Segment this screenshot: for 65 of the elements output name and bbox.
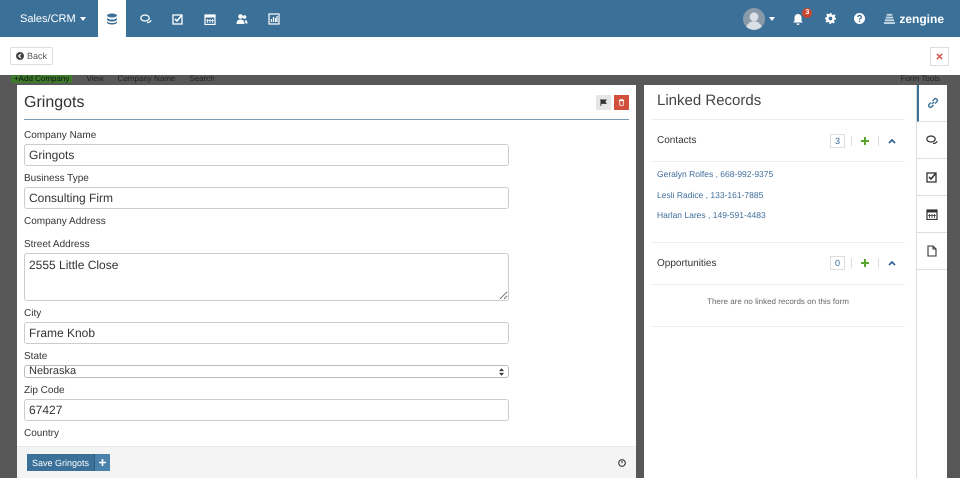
trash-icon <box>618 98 625 106</box>
save-options-button[interactable] <box>94 454 110 471</box>
record-count-badge: 0 <box>830 256 845 270</box>
record-count-badge: 3 <box>830 134 845 148</box>
back-button[interactable]: Back <box>10 47 54 65</box>
text-area-field[interactable]: 2555 Little Close <box>24 253 509 301</box>
save-button[interactable]: Save Gringots <box>27 454 94 471</box>
field-label: Zip Code <box>24 385 66 397</box>
stack-icon <box>884 13 896 24</box>
file-icon <box>926 245 938 257</box>
back-arrow-icon <box>16 52 24 60</box>
close-icon <box>936 52 943 60</box>
chevron-up-icon <box>888 138 896 144</box>
link-icon <box>927 97 939 109</box>
delete-button[interactable] <box>614 94 629 110</box>
field-label: Business Type <box>24 173 90 185</box>
comments-icon <box>140 12 152 24</box>
calendar-icon <box>926 208 938 220</box>
section-title: Contacts <box>657 135 698 146</box>
close-button[interactable] <box>930 46 949 66</box>
flag-icon <box>600 98 607 106</box>
users-icon <box>236 12 248 24</box>
section-label: Company Address <box>24 216 107 228</box>
chevron-up-icon <box>888 260 896 266</box>
text-field[interactable]: Gringots <box>24 144 509 166</box>
add-record-button[interactable] <box>858 136 872 144</box>
contact-link[interactable]: Harlan Lares , 149-591-4483 <box>657 209 766 221</box>
database-icon <box>106 12 118 24</box>
select-dropdown[interactable]: Nebraska <box>24 365 509 378</box>
text-field[interactable]: Frame Knob <box>24 322 509 344</box>
calendar-icon <box>204 12 216 24</box>
caret-icon <box>769 16 776 20</box>
plus-icon <box>99 459 106 466</box>
section-title: Opportunities <box>657 258 718 268</box>
contact-link[interactable]: Lesli Radice , 133-161-7885 <box>657 188 764 200</box>
settings-icon <box>825 13 836 24</box>
checkbox-icon <box>926 171 938 183</box>
flag-button[interactable] <box>596 94 611 110</box>
nav-tab[interactable] <box>98 0 126 37</box>
add-record-button[interactable] <box>858 259 872 267</box>
help-icon <box>854 13 866 24</box>
bell-icon <box>792 12 804 24</box>
add-company-button[interactable]: +Add Company <box>11 75 72 83</box>
field-label: City <box>24 308 42 320</box>
empty-message: There are no linked records on this form <box>706 296 850 308</box>
text-field[interactable]: Consulting Firm <box>24 187 509 209</box>
plus-icon <box>861 259 869 267</box>
section-label: Country <box>24 428 60 440</box>
clock-icon[interactable] <box>618 458 626 466</box>
panel-title: Linked Records <box>651 85 905 120</box>
up-down-arrows-icon <box>499 368 504 376</box>
comments-icon <box>926 134 938 146</box>
brand-name: zengine <box>899 12 944 26</box>
field-label: Street Address <box>24 239 91 251</box>
app-menu-dropdown[interactable]: Sales/CRM <box>0 0 96 37</box>
caret-icon <box>80 16 86 20</box>
field-label: State <box>24 351 48 363</box>
bar-chart-icon <box>268 12 280 24</box>
avatar-silhouette-icon <box>743 8 766 30</box>
text-field[interactable]: 67427 <box>24 399 509 421</box>
field-label: Company Name <box>24 130 98 142</box>
checkbox-icon <box>172 12 184 24</box>
record-title: Gringots <box>24 93 86 112</box>
contact-link[interactable]: Geralyn Rolfes , 668-992-9375 <box>657 168 774 180</box>
plus-icon <box>861 136 869 144</box>
